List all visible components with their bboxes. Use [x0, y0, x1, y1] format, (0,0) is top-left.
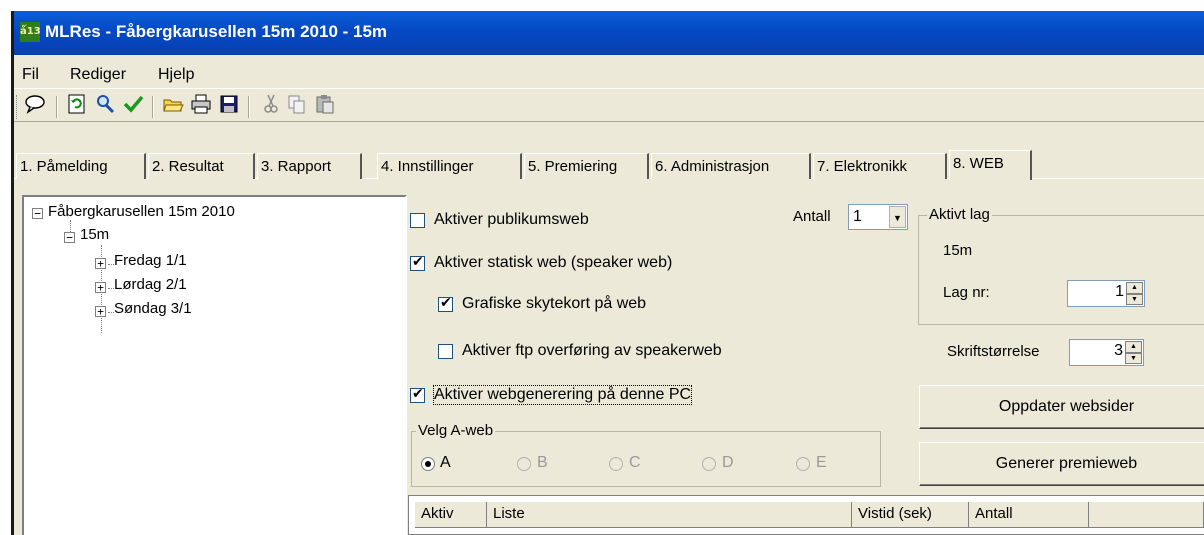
column-header-vistid[interactable]: Vistid (sek): [852, 502, 969, 528]
save-icon[interactable]: [216, 93, 242, 119]
menu-hjelp[interactable]: Hjelp: [158, 66, 194, 84]
checkmark-icon[interactable]: [120, 93, 146, 119]
column-header-aktiv[interactable]: Aktiv: [415, 502, 487, 528]
search-icon[interactable]: [92, 93, 118, 119]
toolbar-grip[interactable]: [16, 95, 19, 119]
aweb-label-d[interactable]: D: [722, 454, 734, 472]
expand-icon[interactable]: +: [95, 282, 106, 293]
aweb-radio-a[interactable]: [421, 457, 435, 471]
lag-nr-label: Lag nr:: [943, 284, 990, 301]
aweb-label-a[interactable]: A: [440, 454, 451, 472]
oppdater-websider-button[interactable]: Oppdater websider: [919, 385, 1204, 429]
lag-nr-value: 1: [1115, 283, 1124, 300]
skytekort-label[interactable]: Grafiske skytekort på web: [462, 295, 646, 313]
webgenerering-checkbox[interactable]: [410, 386, 425, 403]
velg-aweb-group: Velg A-web A B C D E: [411, 422, 881, 487]
generer-premieweb-button[interactable]: Generer premieweb: [919, 442, 1204, 486]
spin-up-icon[interactable]: ▲: [1126, 282, 1143, 294]
publikumsweb-checkbox[interactable]: [410, 213, 425, 228]
tab-innstillinger[interactable]: 4. Innstillinger: [377, 153, 522, 179]
tab-elektronikk[interactable]: 7. Elektronikk: [813, 153, 947, 179]
tab-web[interactable]: 8. WEB: [949, 150, 1032, 180]
antall-label: Antall: [793, 208, 831, 225]
copy-icon[interactable]: [284, 93, 310, 119]
antall-value: 1: [853, 208, 862, 225]
aweb-radio-b[interactable]: [517, 457, 531, 471]
menu-fil[interactable]: Fil: [22, 66, 39, 84]
collapse-icon[interactable]: −: [64, 232, 75, 243]
aweb-label-c[interactable]: C: [629, 454, 641, 472]
skriftstorrelse-label: Skriftstørrelse: [947, 343, 1040, 360]
tree-node-15m[interactable]: 15m: [80, 226, 110, 243]
print-icon[interactable]: [188, 93, 214, 119]
aweb-label-b[interactable]: B: [537, 454, 548, 472]
antall-dropdown[interactable]: 1 ▼: [848, 204, 908, 230]
statisk-web-checkbox[interactable]: [410, 254, 425, 271]
speech-bubble-icon[interactable]: [22, 93, 48, 119]
expand-icon[interactable]: +: [95, 258, 106, 269]
aweb-radio-e[interactable]: [796, 457, 810, 471]
tab-rapport[interactable]: 3. Rapport: [257, 153, 362, 179]
toolbar-separator: [152, 96, 154, 118]
aweb-radio-d[interactable]: [702, 457, 716, 471]
toolbar: [14, 88, 1204, 122]
aweb-radio-c[interactable]: [609, 457, 623, 471]
chevron-down-icon[interactable]: ▼: [889, 206, 906, 228]
aktivt-lag-name: 15m: [943, 242, 973, 259]
tab-premiering[interactable]: 5. Premiering: [524, 153, 649, 179]
main-window: ǻ13 MLRes - Fåbergkarusellen 15m 2010 - …: [11, 11, 1204, 535]
column-header-antall[interactable]: Antall: [969, 502, 1089, 528]
aktivt-lag-title: Aktivt lag: [927, 206, 992, 223]
skriftstorrelse-spinner[interactable]: 3 ▲ ▼: [1069, 339, 1144, 366]
velg-aweb-title: Velg A-web: [416, 422, 496, 439]
publikumsweb-label[interactable]: Aktiver publikumsweb: [434, 211, 589, 229]
window-title: MLRes - Fåbergkarusellen 15m 2010 - 15m: [45, 22, 388, 41]
app-icon: ǻ13: [20, 22, 41, 42]
statisk-web-label[interactable]: Aktiver statisk web (speaker web): [434, 254, 672, 272]
column-header-empty[interactable]: [1089, 502, 1204, 528]
open-folder-icon[interactable]: [160, 93, 186, 119]
cut-icon[interactable]: [258, 93, 284, 119]
skriftstorrelse-value: 3: [1114, 342, 1123, 359]
menu-rediger[interactable]: Rediger: [70, 66, 126, 84]
event-tree[interactable]: − Fåbergkarusellen 15m 2010 − 15m + Fred…: [22, 195, 407, 535]
spin-down-icon[interactable]: ▼: [1126, 293, 1143, 305]
ftp-checkbox[interactable]: [438, 344, 453, 359]
tab-strip: 1. Påmelding 2. Resultat 3. Rapport 4. I…: [14, 150, 1204, 180]
spin-up-icon[interactable]: ▲: [1125, 341, 1142, 353]
toolbar-separator: [56, 96, 58, 118]
spin-down-icon[interactable]: ▼: [1125, 352, 1142, 364]
tab-administrasjon[interactable]: 6. Administrasjon: [651, 153, 811, 179]
tree-node-day[interactable]: Lørdag 2/1: [114, 276, 187, 293]
tree-root[interactable]: Fåbergkarusellen 15m 2010: [48, 203, 235, 220]
tab-resultat[interactable]: 2. Resultat: [148, 153, 255, 179]
paste-icon[interactable]: [312, 93, 338, 119]
column-header-liste[interactable]: Liste: [487, 502, 852, 528]
skytekort-checkbox[interactable]: [438, 295, 453, 312]
menu-bar: Fil Rediger Hjelp: [14, 62, 1204, 87]
tree-node-day[interactable]: Søndag 3/1: [114, 300, 192, 317]
web-list-grid[interactable]: Aktiv Liste Vistid (sek) Antall: [408, 495, 1204, 535]
aktivt-lag-group: Aktivt lag 15m Lag nr: 1 ▲ ▼: [918, 206, 1204, 325]
tree-node-day[interactable]: Fredag 1/1: [114, 252, 187, 269]
tab-pamelding[interactable]: 1. Påmelding: [16, 153, 146, 179]
collapse-icon[interactable]: −: [32, 208, 43, 219]
aweb-label-e[interactable]: E: [816, 454, 827, 472]
title-bar[interactable]: ǻ13 MLRes - Fåbergkarusellen 15m 2010 - …: [14, 11, 1204, 55]
webgenerering-label[interactable]: Aktiver webgenerering på denne PC: [432, 385, 693, 405]
expand-icon[interactable]: +: [95, 306, 106, 317]
ftp-label[interactable]: Aktiver ftp overføring av speakerweb: [462, 342, 722, 360]
refresh-icon[interactable]: [64, 93, 90, 119]
lag-nr-spinner[interactable]: 1 ▲ ▼: [1067, 280, 1145, 307]
toolbar-separator: [248, 96, 250, 118]
